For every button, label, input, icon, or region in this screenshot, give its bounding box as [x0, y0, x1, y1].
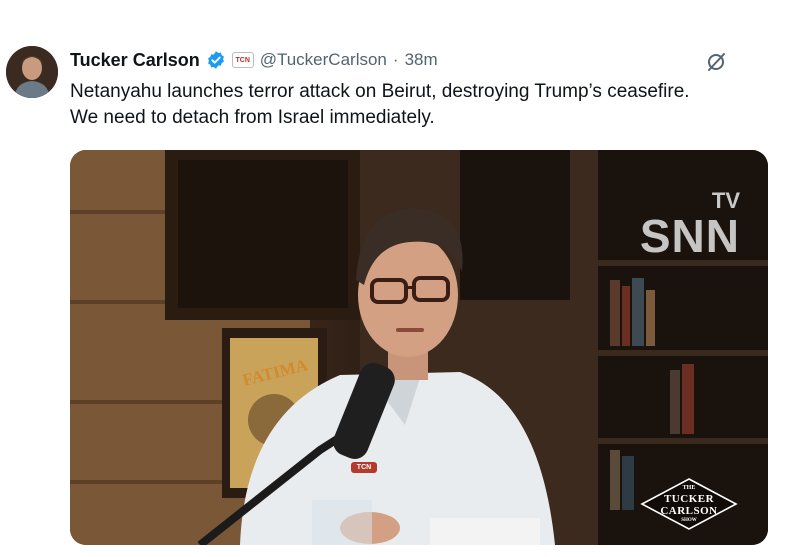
- tweet-text-line-2: We need to detach from Israel immediatel…: [70, 107, 435, 128]
- video-thumbnail[interactable]: FATIMA TCN TV SNN THE TUCKER CARLSON SHO…: [70, 150, 768, 545]
- show-logo-line-2: TUCKER: [663, 493, 715, 505]
- tweet[interactable]: Tucker Carlson TCN @TuckerCarlson · 38m …: [0, 0, 800, 557]
- snn-watermark: TV SNN: [639, 188, 740, 262]
- timestamp[interactable]: 38m: [405, 50, 438, 70]
- show-logo-line-1: THE: [682, 485, 696, 491]
- snn-tv-label: TV: [711, 188, 740, 213]
- tweet-text: Netanyahu launches terror attack on Beir…: [70, 79, 790, 131]
- snn-logo: SNN: [639, 210, 740, 262]
- affiliation-badge[interactable]: TCN: [231, 52, 254, 68]
- avatar[interactable]: [6, 46, 58, 98]
- show-logo-line-3: CARLSON: [660, 505, 718, 517]
- author-name[interactable]: Tucker Carlson: [70, 50, 200, 71]
- verified-badge-icon: [206, 50, 226, 70]
- tweet-header: Tucker Carlson TCN @TuckerCarlson · 38m: [70, 47, 438, 73]
- separator-dot: ·: [392, 50, 399, 69]
- tweet-text-line-1: Netanyahu launches terror attack on Beir…: [70, 81, 690, 102]
- show-logo: THE TUCKER CARLSON SHOW: [640, 477, 738, 531]
- avatar-image: [6, 46, 58, 98]
- grok-icon[interactable]: [704, 50, 728, 74]
- author-handle[interactable]: @TuckerCarlson: [260, 50, 387, 70]
- show-logo-line-4: SHOW: [681, 518, 697, 523]
- mic-badge: TCN: [351, 462, 377, 473]
